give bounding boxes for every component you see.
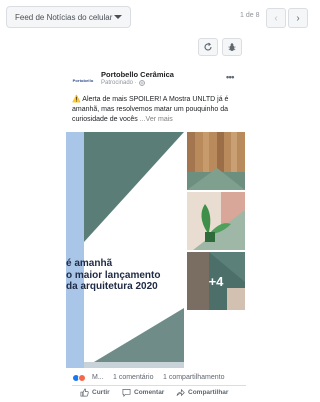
page-name[interactable]: Portobello Cerâmica <box>101 70 174 79</box>
sponsored-label: Patrocinado · <box>101 80 145 86</box>
sponsored-text: Patrocinado · <box>101 80 137 86</box>
chevron-down-icon <box>114 15 122 19</box>
divider <box>72 385 246 386</box>
ad-preview-card: Portobello Portobello Cerâmica Patrocina… <box>66 60 246 397</box>
comment-label: Comentar <box>134 389 165 396</box>
refresh-icon <box>204 42 212 51</box>
share-label: Compartilhar <box>188 389 229 396</box>
post-text: ⚠️ Alerta de mais SPOILER! A Mostra UNLT… <box>72 95 244 125</box>
love-reaction-icon <box>78 374 86 382</box>
comment-icon <box>122 388 131 397</box>
see-more-link[interactable]: ...Ver mais <box>138 116 173 123</box>
warning-icon: ⚠️ <box>72 96 81 103</box>
like-button[interactable]: Curtir <box>80 388 110 397</box>
headline-line-2: o maior lançamento <box>66 269 161 281</box>
wood-tile-photo <box>187 132 245 190</box>
placement-dropdown[interactable]: Feed de Notícias do celular <box>6 6 131 28</box>
headline-line-1: é amanhã <box>66 258 113 269</box>
main-image[interactable]: é amanhã o maior lançamento da arquitetu… <box>66 132 184 368</box>
reaction-icons[interactable] <box>72 374 86 382</box>
reaction-names[interactable]: M... <box>92 374 104 381</box>
share-button[interactable]: Compartilhar <box>176 388 228 397</box>
plant-tile-photo <box>187 192 245 250</box>
placement-dropdown-label: Feed de Notícias do celular <box>15 12 113 22</box>
more-options-icon[interactable]: ••• <box>226 72 234 82</box>
creative-headline: é amanhã o maior lançamento da arquitetu… <box>66 258 160 293</box>
refresh-button[interactable] <box>198 38 218 56</box>
post-actions: Curtir Comentar Compartilhar <box>66 388 246 402</box>
ad-creative[interactable]: é amanhã o maior lançamento da arquitetu… <box>66 132 246 368</box>
globe-icon <box>138 80 145 86</box>
chevron-right-icon: › <box>296 12 300 24</box>
more-images-count: +4 <box>208 273 224 289</box>
engagement-stats: M... 1 comentário 1 compartilhamento <box>72 372 246 384</box>
comments-count[interactable]: 1 comentário <box>113 374 153 381</box>
post-header: Portobello Portobello Cerâmica Patrocina… <box>66 66 246 88</box>
headline-line-3: da arquitetura 2020 <box>66 281 158 292</box>
thumbnail-image-1[interactable] <box>187 132 245 190</box>
report-bug-button[interactable] <box>222 38 242 56</box>
shares-count[interactable]: 1 compartilhamento <box>163 374 224 381</box>
next-button[interactable]: › <box>288 8 308 28</box>
thumbnail-image-3[interactable]: +4 <box>187 252 245 310</box>
pager-text: 1 de 8 <box>240 12 260 19</box>
avatar-logo-text: Portobello <box>72 77 94 83</box>
preview-toolbar: Feed de Notícias do celular 1 de 8 ‹ › <box>0 0 312 40</box>
chevron-left-icon: ‹ <box>274 12 278 24</box>
main-image-graphic <box>66 132 184 368</box>
like-label: Curtir <box>92 389 110 396</box>
comment-button[interactable]: Comentar <box>122 388 164 397</box>
previous-button[interactable]: ‹ <box>266 8 286 28</box>
thumbs-up-icon <box>80 388 89 397</box>
share-icon <box>176 388 185 397</box>
bug-icon <box>228 43 236 51</box>
thumbnail-image-2[interactable] <box>187 192 245 250</box>
avatar[interactable]: Portobello <box>72 72 94 88</box>
